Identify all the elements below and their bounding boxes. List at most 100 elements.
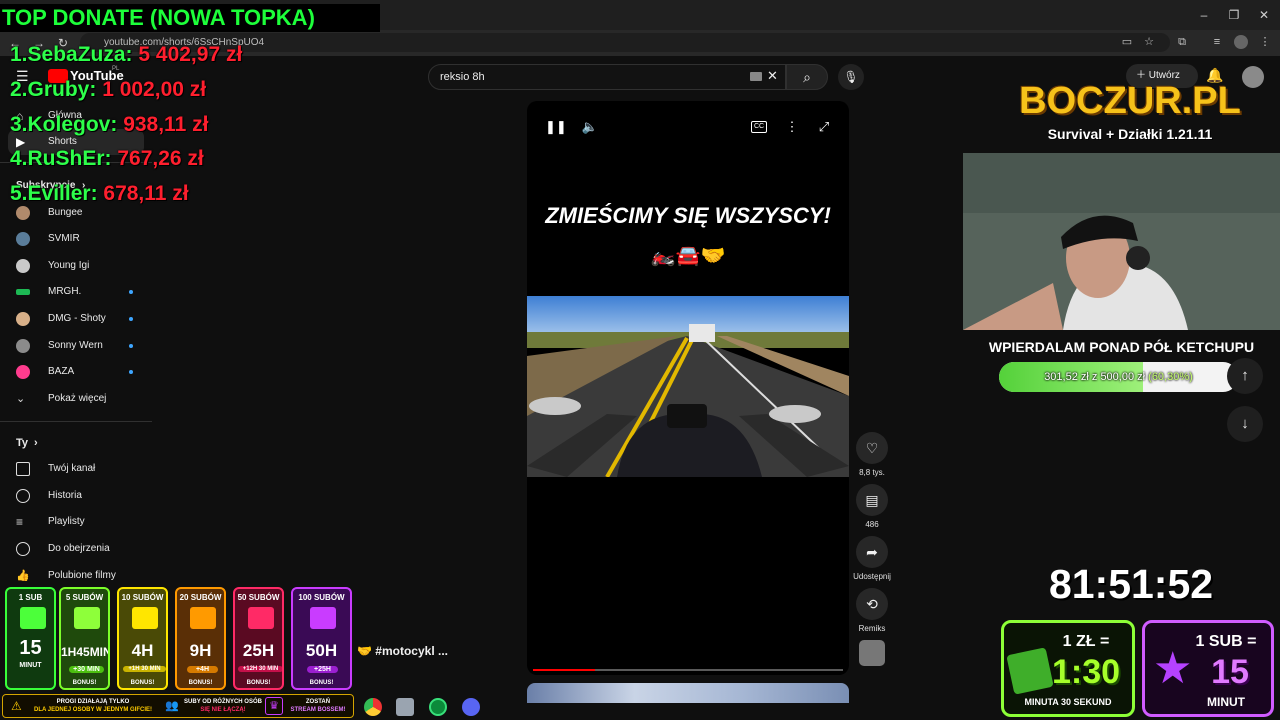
like-icon: 👍 (16, 570, 30, 582)
search-icon: ⌕ (803, 69, 811, 85)
sidebar-item-history[interactable]: Historia (0, 483, 152, 509)
sidebar-item-your-channel[interactable]: Twój kanał (0, 456, 152, 482)
new-content-dot (129, 290, 133, 294)
goal-amount: 301,52 zł z 500,00 zł (1044, 371, 1146, 383)
more-options-icon[interactable]: ⋮ (783, 118, 801, 136)
short-title[interactable]: 🤝 #motocykl ... (357, 644, 448, 658)
sub-tier-value: 25H (242, 641, 275, 660)
sub-tier-note: BONUS! (72, 680, 97, 686)
extensions-icon[interactable]: ⧉ (1175, 35, 1189, 49)
sub-tier-title: 5 SUBÓW (65, 593, 104, 602)
sidebar-item-svmir[interactable]: SVMIR (0, 226, 152, 252)
video-overlay-emoji: 🏍️🚘🤝 (650, 245, 726, 267)
sub-tier-title: 100 SUBÓW (298, 593, 345, 602)
sound-thumbnail[interactable] (859, 640, 885, 666)
sidebar-item-liked-videos[interactable]: 👍 Polubione filmy (0, 563, 152, 589)
next-short-button[interactable]: ↓ (1227, 406, 1263, 442)
sidebar-show-more[interactable]: ⌄ Pokaż więcej (0, 386, 152, 412)
new-content-dot (129, 317, 133, 321)
sub-tier-value: 4H (131, 641, 154, 660)
warning-icon: ⚠ (11, 699, 22, 713)
clear-search-icon[interactable]: ✕ (767, 68, 778, 84)
channel-avatar (16, 206, 30, 220)
sidebar-item-label: DMG - Shoty (48, 313, 106, 324)
sidebar-item-label: Historia (48, 490, 82, 501)
sub-tier-value: 15 (19, 637, 42, 659)
donor-rank: 3. (10, 113, 28, 136)
bookmark-star-icon[interactable]: ☆ (1142, 35, 1156, 49)
sidebar-item-mrgh[interactable]: MRGH. (0, 279, 152, 305)
sidebar-item-watch-later[interactable]: Do obejrzenia (0, 536, 152, 562)
fullscreen-icon[interactable]: ⤢ (815, 118, 833, 136)
profile-avatar-icon[interactable] (1234, 35, 1248, 49)
sidebar-item-dmg-shoty[interactable]: DMG - Shoty (0, 306, 152, 332)
donor-rank: 4. (10, 147, 28, 170)
rule-text: PROGI DZIAŁAJĄ TYLKO DLA JEDNEJ OSOBY W J… (29, 698, 157, 714)
sidebar-item-baza[interactable]: BAZA (0, 359, 152, 385)
cast-icon[interactable]: ▭ (1120, 35, 1134, 49)
donor-amount: 678,11 zł (103, 182, 189, 205)
card-big-text: 15 (1211, 653, 1249, 691)
comments-button[interactable]: ▤ (856, 484, 888, 516)
previous-short-button[interactable]: ↑ (1227, 358, 1263, 394)
close-window-button[interactable]: ✕ (1255, 6, 1273, 24)
maximize-button[interactable]: ❐ (1225, 6, 1243, 24)
donor-amount: 1 002,00 zł (102, 78, 207, 101)
sidebar-item-label: Playlisty (48, 516, 85, 527)
sub-tier-box: 10 SUBÓW 4H +1H 30 MIN BONUS! (117, 587, 168, 690)
minimize-button[interactable]: – (1195, 6, 1213, 24)
channel-avatar (16, 365, 30, 379)
comment-icon: ▤ (865, 492, 879, 508)
history-icon (16, 489, 30, 503)
sub-tier-title: 1 SUB (18, 593, 43, 602)
rules-banner: ⚠ PROGI DZIAŁAJĄ TYLKO DLA JEDNEJ OSOBY W… (2, 694, 354, 718)
sidebar-item-playlists[interactable]: ≡ Playlisty (0, 509, 152, 535)
sidebar-you-header[interactable]: Ty › (0, 430, 152, 456)
sidebar-item-label: BAZA (48, 366, 75, 377)
arrow-down-icon: ↓ (1241, 415, 1249, 432)
webcam-feed (963, 153, 1280, 330)
browser-menu-icon[interactable]: ⋮ (1258, 35, 1272, 49)
sidebar-item-label: SVMIR (48, 233, 80, 244)
sub-tier-box: 5 SUBÓW 1H45MIN +30 MIN BONUS! (59, 587, 110, 690)
sub-tier-note: BONUS! (246, 680, 271, 686)
channel-avatar (16, 312, 30, 326)
sub-tier-box: 20 SUBÓW 9H +4H BONUS! (175, 587, 226, 690)
like-button[interactable]: ♡ (856, 432, 888, 464)
channel-avatar (16, 339, 30, 353)
search-input[interactable]: reksio 8h (428, 64, 786, 90)
donation-goal-bar: 301,52 zł z 500,00 zł (60,30%) (999, 362, 1238, 392)
rule-line: DLA JEDNEJ OSOBY W JEDNYM GIFCIE! (33, 707, 153, 713)
search-button[interactable]: ⌕ (786, 64, 828, 90)
discord-icon[interactable] (462, 698, 480, 716)
user-icon (16, 462, 30, 476)
sidebar-item-young-igi[interactable]: Young Igi (0, 253, 152, 279)
donor-name: SebaZuza (27, 43, 126, 66)
sidebar-item-sonny-wern[interactable]: Sonny Wern (0, 333, 152, 359)
remix-button[interactable]: ⟲ (856, 588, 888, 620)
captions-icon[interactable]: CC (751, 121, 767, 133)
sub-tier-value: 9H (189, 641, 212, 660)
share-button[interactable]: ➦ (856, 536, 888, 568)
pause-icon[interactable]: ❚❚ (545, 118, 567, 136)
address-bar[interactable]: youtube.com/shorts/6SsCHnSpUO4 (80, 33, 1170, 52)
chrome-icon[interactable] (364, 698, 382, 716)
clock-icon (16, 542, 30, 556)
volume-icon[interactable]: 🔈 (581, 118, 599, 136)
sub-tier-bonus: +12H 30 MIN (238, 666, 282, 672)
sub-tier-bonus: MINUT (19, 662, 42, 669)
voice-search-button[interactable]: 🎙 (838, 64, 864, 90)
comment-count: 486 (865, 520, 879, 529)
heart-icon: ♡ (865, 440, 879, 456)
sub-tier-note: BONUS! (188, 680, 213, 686)
remix-icon: ⟲ (866, 596, 878, 612)
tab-search-icon[interactable]: ≡ (1210, 35, 1224, 49)
sub-tier-box: 100 SUBÓW 50H +25H BONUS! (291, 587, 352, 690)
app-icon[interactable] (429, 698, 447, 716)
top-donate-title: TOP DONATE (NOWA TOPKA) (0, 4, 380, 32)
next-short-thumbnail[interactable] (527, 683, 849, 703)
arrow-up-icon: ↑ (1241, 367, 1249, 384)
donor-amount: 5 402,97 zł (138, 43, 243, 66)
keyboard-icon[interactable] (750, 72, 762, 81)
app-icon[interactable] (396, 698, 414, 716)
